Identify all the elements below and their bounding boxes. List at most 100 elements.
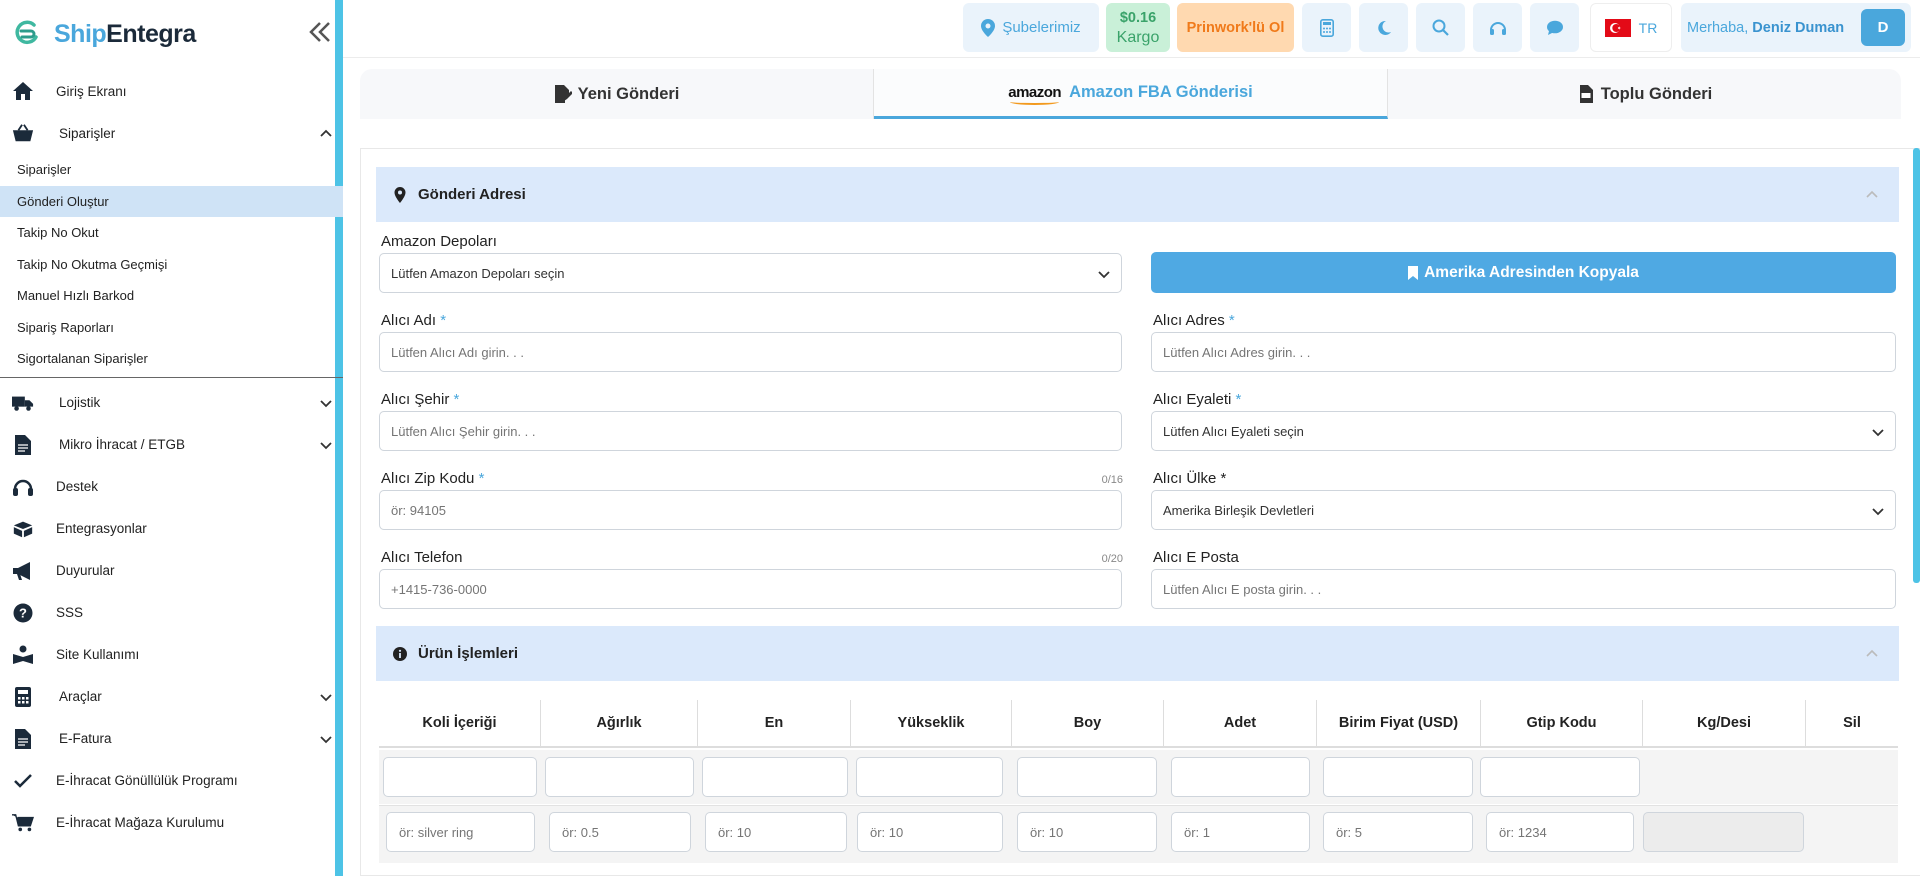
column-header: Kg/Desi: [1643, 700, 1806, 746]
sidebar-item-logistics[interactable]: Lojistik: [0, 382, 343, 424]
chat-icon: [1546, 20, 1563, 35]
recipient-state-label: Alıcı Eyaleti *: [1153, 391, 1242, 408]
svg-text:?: ?: [19, 605, 27, 620]
height-input[interactable]: [857, 812, 1003, 852]
sidebar-item-announcements[interactable]: Duyurular: [0, 550, 343, 592]
recipient-zip-input[interactable]: [379, 490, 1122, 530]
sidebar-item-home[interactable]: Giriş Ekranı: [0, 70, 343, 112]
address-section-header[interactable]: Gönderi Adresi: [376, 167, 1899, 222]
table-row: [379, 805, 1898, 863]
sidebar-item-e-export-store[interactable]: E-İhracat Mağaza Kurulumu: [0, 802, 343, 844]
sidebar-item-orders[interactable]: Siparişler: [0, 112, 343, 154]
row-input-empty[interactable]: [856, 757, 1003, 797]
support-button[interactable]: [1473, 3, 1522, 52]
basket-icon: [12, 122, 34, 144]
sidebar-subitem-insured-orders[interactable]: Sigortalanan Siparişler: [0, 343, 343, 375]
reading-icon: [12, 644, 34, 666]
column-header: Koli İçeriği: [379, 700, 541, 746]
sidebar-item-integrations[interactable]: Entegrasyonlar: [0, 508, 343, 550]
box-open-icon: [12, 518, 34, 540]
prinwork-promo-button[interactable]: Prinwork'lü Ol: [1177, 3, 1294, 52]
weight-input[interactable]: [549, 812, 691, 852]
column-header: En: [698, 700, 851, 746]
info-icon: [393, 646, 407, 661]
row-input-empty[interactable]: [702, 757, 848, 797]
recipient-country-select[interactable]: Amerika Birleşik Devletleri: [1151, 490, 1896, 530]
language-selector[interactable]: TR: [1590, 3, 1672, 52]
product-section-title: Ürün İşlemleri: [418, 645, 519, 662]
question-icon: ?: [12, 602, 34, 624]
warehouse-select[interactable]: Lütfen Amazon Depoları seçin: [379, 253, 1122, 293]
sidebar-subitem-order-reports[interactable]: Sipariş Raporları: [0, 312, 343, 344]
sidebar-item-e-export-program[interactable]: E-İhracat Gönüllülük Programı: [0, 760, 343, 802]
recipient-state-select[interactable]: Lütfen Alıcı Eyaleti seçin: [1151, 411, 1896, 451]
chevron-down-icon: [1098, 271, 1110, 279]
user-name: Deniz Duman: [1752, 19, 1845, 36]
edit-document-icon: [554, 85, 572, 103]
tab-new-shipment[interactable]: Yeni Gönderi: [360, 69, 874, 119]
row-input-empty[interactable]: [1171, 757, 1310, 797]
product-section-header[interactable]: Ürün İşlemleri: [376, 626, 1899, 681]
sidebar: ShipEntegra Giriş Ekranı Siparişler Sipa…: [0, 0, 343, 876]
row-input-empty[interactable]: [383, 757, 537, 797]
sidebar-item-e-invoice[interactable]: E-Fatura: [0, 718, 343, 760]
recipient-email-input[interactable]: [1151, 569, 1896, 609]
column-header: Adet: [1164, 700, 1317, 746]
tab-bulk-shipment[interactable]: Toplu Gönderi: [1388, 69, 1901, 119]
row-input-empty[interactable]: [545, 757, 694, 797]
sidebar-item-support[interactable]: Destek: [0, 466, 343, 508]
width-input[interactable]: [705, 812, 847, 852]
recipient-phone-input[interactable]: [379, 569, 1122, 609]
sidebar-subitem-scan-history[interactable]: Takip No Okutma Geçmişi: [0, 249, 343, 281]
avatar[interactable]: D: [1861, 9, 1905, 46]
chevron-up-icon[interactable]: [319, 126, 333, 140]
user-menu[interactable]: Merhaba, Deniz Duman D: [1681, 3, 1911, 52]
sidebar-item-faq[interactable]: ? SSS: [0, 592, 343, 634]
product-table-header: Koli İçeriği Ağırlık En Yükseklik Boy Ad…: [379, 700, 1898, 748]
recipient-email-label: Alıcı E Posta: [1153, 549, 1239, 566]
cargo-price-badge[interactable]: $0.16 Kargo: [1106, 3, 1170, 52]
chevron-up-icon[interactable]: [1865, 647, 1879, 661]
chevron-down-icon[interactable]: [319, 396, 333, 410]
chat-button[interactable]: [1530, 3, 1579, 52]
brand-logo[interactable]: ShipEntegra: [12, 16, 196, 52]
dark-mode-toggle[interactable]: [1359, 3, 1408, 52]
recipient-city-input[interactable]: [379, 411, 1122, 451]
recipient-city-label: Alıcı Şehir *: [381, 391, 460, 408]
row-input-empty[interactable]: [1323, 757, 1473, 797]
content-input[interactable]: [386, 812, 535, 852]
row-input-empty[interactable]: [1480, 757, 1640, 797]
document-icon: [12, 434, 34, 456]
chevron-down-icon[interactable]: [319, 732, 333, 746]
recipient-name-input[interactable]: [379, 332, 1122, 372]
sidebar-item-site-usage[interactable]: Site Kullanımı: [0, 634, 343, 676]
column-header: Sil: [1843, 715, 1861, 731]
zip-char-counter: 0/16: [1101, 474, 1123, 486]
sidebar-item-micro-export[interactable]: Mikro İhracat / ETGB: [0, 424, 343, 466]
unit-price-input[interactable]: [1323, 812, 1473, 852]
calculator-button[interactable]: [1302, 3, 1351, 52]
search-button[interactable]: [1416, 3, 1465, 52]
sidebar-subitem-manual-barcode[interactable]: Manuel Hızlı Barkod: [0, 280, 343, 312]
chevron-up-icon[interactable]: [1865, 188, 1879, 202]
collapse-sidebar-icon[interactable]: [306, 18, 334, 46]
chevron-down-icon[interactable]: [319, 438, 333, 452]
sidebar-subitem-orders[interactable]: Siparişler: [0, 154, 343, 186]
length-input[interactable]: [1017, 812, 1157, 852]
row-input-empty[interactable]: [1017, 757, 1157, 797]
sidebar-item-tools[interactable]: Araçlar: [0, 676, 343, 718]
gtip-code-input[interactable]: [1486, 812, 1634, 852]
tab-amazon-fba[interactable]: amazon Amazon FBA Gönderisi: [874, 69, 1388, 119]
copy-us-address-button[interactable]: Amerika Adresinden Kopyala: [1151, 252, 1896, 293]
branches-button[interactable]: Şubelerimiz: [963, 3, 1099, 52]
sidebar-subitem-create-shipment[interactable]: Gönderi Oluştur: [0, 185, 343, 217]
turkey-flag-icon: [1604, 18, 1631, 37]
chevron-down-icon[interactable]: [319, 690, 333, 704]
recipient-phone-label: Alıcı Telefon: [381, 549, 463, 566]
quantity-input[interactable]: [1171, 812, 1310, 852]
content-scrollbar[interactable]: [1913, 148, 1920, 583]
moon-icon: [1377, 20, 1391, 35]
sidebar-subitem-scan-tracking[interactable]: Takip No Okut: [0, 217, 343, 249]
recipient-name-label: Alıcı Adı *: [381, 312, 447, 329]
recipient-address-input[interactable]: [1151, 332, 1896, 372]
